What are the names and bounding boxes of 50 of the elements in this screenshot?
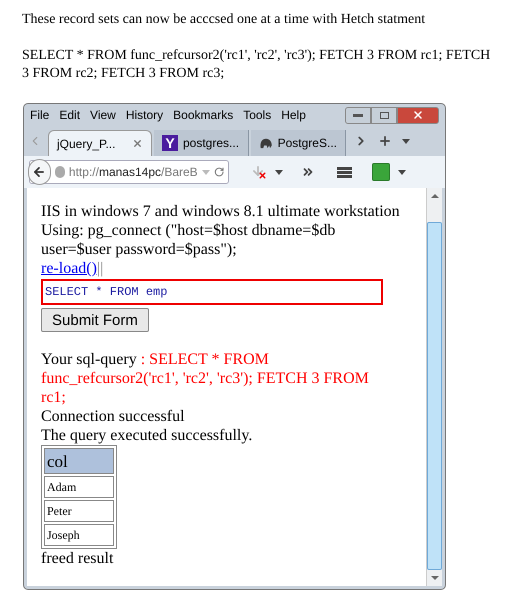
url-bar[interactable]: http://manas14pc/BareB: [29, 160, 229, 184]
reload-icon[interactable]: [214, 166, 224, 178]
tab-title: postgres...: [183, 135, 240, 152]
close-button[interactable]: [397, 106, 439, 124]
globe-icon: [54, 166, 65, 178]
menu-item[interactable]: File: [30, 106, 50, 124]
menu-item[interactable]: History: [126, 106, 164, 124]
query-text: SELECT * FROM func_refcursor2('rc1', 'rc2', 'rc3'); FETCH 3 FROM rc1; FETCH 3 FROM rc2; FETCH 3 FROM rc3;: [22, 47, 492, 83]
menu-item[interactable]: Bookmarks: [173, 106, 234, 124]
content-text: IIS in windows 7 and windows 8.1 ultimate workstation: [41, 202, 401, 221]
maximize-button[interactable]: [371, 106, 397, 124]
dropdown-caret-icon[interactable]: [275, 170, 283, 174]
submit-button[interactable]: Submit Form: [41, 308, 149, 332]
footer-text: freed result: [41, 549, 114, 568]
sql-query-text: Your sql-query : SELECT * FROM func_refcursor2('rc1', 'rc2', 'rc3'); FETCH 3 FROM rc1;: [41, 350, 370, 407]
table-cell: Joseph: [44, 524, 114, 546]
menu-item[interactable]: Edit: [59, 106, 80, 124]
dropdown-caret-icon[interactable]: [398, 170, 406, 174]
content-text: Using: pg_connect ("host=$host dbname=$db user=$user password=$pass");: [41, 221, 336, 259]
table-cell: Peter: [44, 500, 114, 522]
menu-icon[interactable]: [337, 166, 352, 178]
url-text: http://manas14pc/BareB: [68, 164, 198, 181]
tab-title: jQuery_P...: [57, 136, 116, 152]
download-blocked-icon[interactable]: [251, 164, 267, 180]
column-header: col: [44, 448, 114, 474]
menu-item[interactable]: Help: [281, 106, 306, 124]
intro-text: These record sets can now be acccsed one at a time with Hetch statment: [22, 11, 426, 29]
yahoo-logo-icon: Y: [162, 135, 178, 151]
scrollbar[interactable]: [426, 188, 442, 586]
browser-tab[interactable]: jQuery_P...: [48, 130, 152, 156]
elephant-icon: [259, 136, 273, 150]
reload-link[interactable]: re-load(): [41, 260, 97, 277]
table-cell: Adam: [44, 476, 114, 498]
menu-item[interactable]: View: [90, 106, 116, 124]
tab-close-icon[interactable]: [132, 138, 143, 149]
overflow-chevron-icon[interactable]: [301, 165, 315, 179]
scroll-thumb[interactable]: [427, 222, 442, 570]
status-text: Connection successful: [41, 407, 186, 426]
separator-text: ||: [96, 260, 104, 277]
minimize-button[interactable]: [345, 106, 371, 124]
tab-title: PostgreS...: [278, 135, 337, 152]
status-text: The query executed successfully.: [41, 426, 254, 445]
close-icon: [412, 109, 424, 121]
new-tab-icon[interactable]: [378, 134, 392, 148]
dropdown-caret-icon[interactable]: [402, 138, 410, 144]
browser-tab[interactable]: PostgreS...: [251, 130, 346, 156]
menu-item[interactable]: Tools: [243, 106, 272, 124]
back-button[interactable]: [28, 159, 51, 185]
browser-tab[interactable]: Y postgres...: [154, 130, 249, 156]
query-field[interactable]: SELECT * FROM emp: [41, 279, 383, 305]
